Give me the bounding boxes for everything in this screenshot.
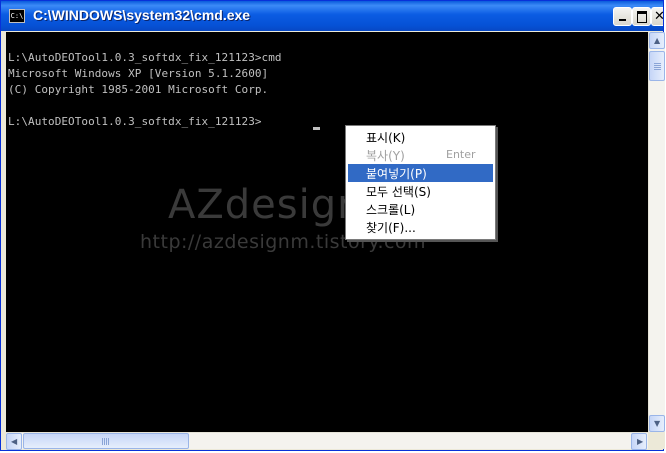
horizontal-scrollbar[interactable]: ◀ ▶ (6, 432, 648, 450)
console-line: (C) Copyright 1985-2001 Microsoft Corp. (8, 83, 269, 96)
console-prompt: L:\AutoDEOTool1.0.3_softdx_fix_121123> (8, 115, 262, 128)
menu-item-label: 붙여넣기(P) (366, 167, 427, 181)
console-line: Microsoft Windows XP [Version 5.1.2600] (8, 67, 269, 80)
cmd-app-icon[interactable]: C:\ (9, 9, 25, 23)
arrow-down-icon: ▼ (654, 419, 661, 428)
arrow-left-icon: ◀ (11, 437, 18, 446)
scroll-left-button[interactable]: ◀ (6, 433, 22, 450)
menu-item-find[interactable]: 찾기(F)... (348, 218, 493, 236)
window-title: C:\WINDOWS\system32\cmd.exe (33, 7, 251, 23)
scroll-down-button[interactable]: ▼ (649, 415, 665, 432)
maximize-icon (637, 11, 647, 23)
title-bar[interactable]: C:\ C:\WINDOWS\system32\cmd.exe ✕ (1, 1, 665, 31)
menu-item-scroll[interactable]: 스크롤(L) (348, 200, 493, 218)
grip-line (104, 438, 105, 445)
menu-item-label: 모두 선택(S) (366, 185, 431, 199)
maximize-button[interactable] (632, 7, 651, 26)
console-line: L:\AutoDEOTool1.0.3_softdx_fix_121123>cm… (8, 51, 282, 64)
cmd-window: C:\ C:\WINDOWS\system32\cmd.exe ✕ L:\Aut… (0, 0, 665, 451)
grip-line (654, 69, 661, 70)
menu-item-label: 찾기(F)... (366, 221, 416, 235)
menu-item-label: 스크롤(L) (366, 203, 416, 217)
menu-item-select-all[interactable]: 모두 선택(S) (348, 182, 493, 200)
grip-line (106, 438, 107, 445)
arrow-right-icon: ▶ (637, 437, 644, 446)
grip-line (654, 63, 661, 64)
console-output[interactable]: L:\AutoDEOTool1.0.3_softdx_fix_121123>cm… (6, 32, 648, 432)
menu-item-mark[interactable]: 표시(K) (348, 128, 493, 146)
vertical-scrollbar[interactable]: ▲ ▼ (648, 32, 665, 432)
minimize-icon (619, 19, 626, 21)
close-icon: ✕ (654, 9, 665, 24)
context-menu: 표시(K) 복사(Y) Enter 붙여넣기(P) 모두 선택(S) 스크롤(L… (345, 125, 496, 240)
menu-item-label: 표시(K) (366, 131, 406, 145)
menu-item-copy: 복사(Y) Enter (348, 146, 493, 164)
grip-line (108, 438, 109, 445)
grip-line (654, 67, 661, 68)
minimize-button[interactable] (613, 7, 632, 26)
menu-item-paste[interactable]: 붙여넣기(P) (348, 164, 493, 182)
close-button[interactable]: ✕ (651, 7, 665, 26)
grip-line (102, 438, 103, 445)
scroll-right-button[interactable]: ▶ (631, 433, 647, 450)
scroll-up-button[interactable]: ▲ (649, 32, 665, 49)
scrollbar-corner (648, 432, 665, 449)
menu-item-label: 복사(Y) (366, 149, 405, 163)
vertical-scroll-thumb[interactable] (649, 51, 665, 81)
arrow-up-icon: ▲ (654, 36, 661, 45)
horizontal-scroll-thumb[interactable] (23, 433, 189, 449)
menu-item-shortcut: Enter (446, 148, 476, 161)
text-cursor (313, 127, 320, 130)
grip-line (654, 65, 661, 66)
